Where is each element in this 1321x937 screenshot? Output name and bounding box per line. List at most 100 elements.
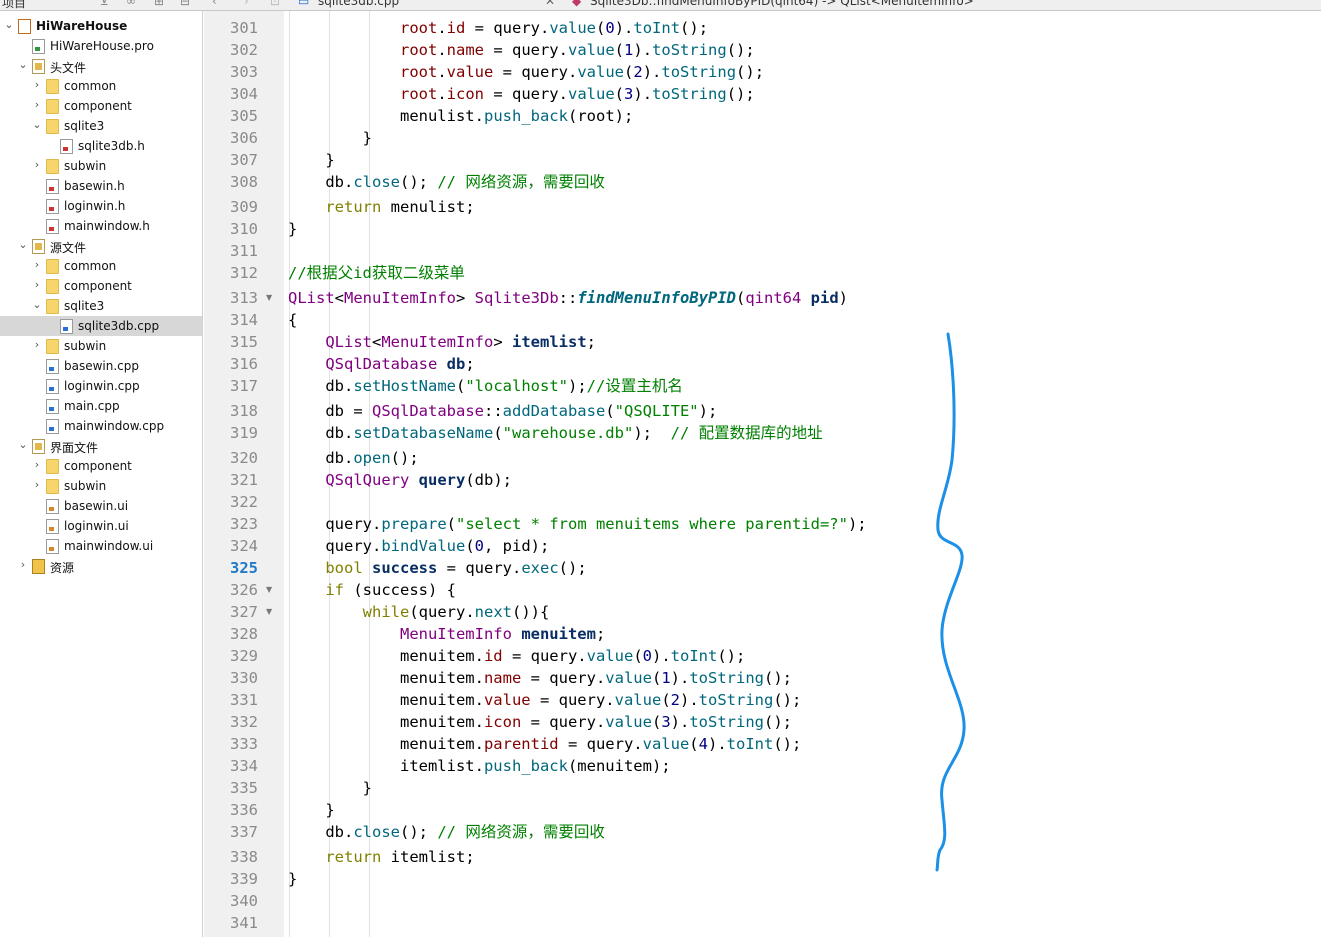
tree-item[interactable]: ⌄ 头文件: [0, 56, 202, 76]
code-line[interactable]: QList<MenuItemInfo> Sqlite3Db::findMenuI…: [288, 287, 848, 309]
chevron-right-icon[interactable]: ›: [31, 258, 43, 271]
back-icon[interactable]: ‹: [212, 0, 217, 8]
code-line[interactable]: db = QSqlDatabase::addDatabase("QSQLITE"…: [288, 400, 717, 422]
tree-item[interactable]: basewin.ui: [0, 496, 202, 516]
code-line[interactable]: QSqlQuery query(db);: [288, 469, 512, 491]
code-line[interactable]: root.name = query.value(1).toString();: [288, 39, 755, 61]
code-line[interactable]: db.setDatabaseName("warehouse.db"); // 配…: [288, 422, 822, 444]
code-line[interactable]: return itemlist;: [288, 846, 474, 868]
tree-item[interactable]: loginwin.cpp: [0, 376, 202, 396]
code-line[interactable]: root.id = query.value(0).toInt();: [288, 17, 708, 39]
code-token: 1: [661, 669, 671, 687]
lock-tab-icon[interactable]: ⊡: [270, 0, 280, 8]
chevron-down-icon[interactable]: ⌄: [31, 298, 43, 311]
code-token: ).: [633, 85, 653, 103]
tree-item[interactable]: loginwin.h: [0, 196, 202, 216]
code-line[interactable]: bool success = query.exec();: [288, 557, 586, 579]
code-line[interactable]: db.open();: [288, 447, 418, 469]
tree-item[interactable]: › component: [0, 96, 202, 116]
chevron-right-icon[interactable]: ›: [31, 78, 43, 91]
chevron-right-icon[interactable]: ›: [31, 338, 43, 351]
code-line[interactable]: QList<MenuItemInfo> itemlist;: [288, 331, 596, 353]
tree-item[interactable]: › common: [0, 76, 202, 96]
tree-item[interactable]: HiWareHouse.pro: [0, 36, 202, 56]
chevron-right-icon[interactable]: ›: [31, 158, 43, 171]
tree-item[interactable]: main.cpp: [0, 396, 202, 416]
tree-item[interactable]: ⌄ 界面文件: [0, 436, 202, 456]
code-line[interactable]: query.bindValue(0, pid);: [288, 535, 549, 557]
fold-marker-icon[interactable]: ▼: [266, 287, 272, 309]
code-line[interactable]: //根据父id获取二级菜单: [288, 262, 465, 284]
code-line[interactable]: root.value = query.value(2).toString();: [288, 61, 764, 83]
tree-item[interactable]: ⌄ HiWareHouse: [0, 16, 202, 36]
tree-item[interactable]: › subwin: [0, 156, 202, 176]
code-line[interactable]: menulist.push_back(root);: [288, 105, 633, 127]
code-line[interactable]: db.setHostName("localhost");//设置主机名: [288, 375, 683, 397]
code-line[interactable]: if (success) {: [288, 579, 456, 601]
code-line[interactable]: MenuItemInfo menuitem;: [288, 623, 605, 645]
tree-item[interactable]: ⌄ sqlite3: [0, 296, 202, 316]
code-line[interactable]: menuitem.id = query.value(0).toInt();: [288, 645, 745, 667]
chevron-down-icon[interactable]: ⌄: [17, 238, 29, 251]
code-token: value: [549, 19, 597, 37]
tree-item[interactable]: › 资源: [0, 556, 202, 576]
tree-item[interactable]: basewin.h: [0, 176, 202, 196]
fold-marker-icon[interactable]: ▼: [266, 579, 272, 601]
code-line[interactable]: db.close(); // 网络资源，需要回收: [288, 171, 605, 193]
tree-item[interactable]: ⌄ sqlite3: [0, 116, 202, 136]
tree-item[interactable]: mainwindow.cpp: [0, 416, 202, 436]
code-line[interactable]: menuitem.name = query.value(1).toString(…: [288, 667, 792, 689]
chevron-right-icon[interactable]: ›: [17, 558, 29, 571]
open-file-tab[interactable]: sqlite3db.cpp: [318, 0, 399, 8]
chevron-down-icon[interactable]: ⌄: [31, 118, 43, 131]
code-token: (: [633, 647, 643, 665]
tree-item[interactable]: basewin.cpp: [0, 356, 202, 376]
tree-item[interactable]: ⌄ 源文件: [0, 236, 202, 256]
code-line[interactable]: QSqlDatabase db;: [288, 353, 474, 375]
filter-icon[interactable]: ⊻: [100, 0, 109, 8]
tree-item[interactable]: loginwin.ui: [0, 516, 202, 536]
close-file-icon[interactable]: ✕: [545, 0, 555, 8]
chevron-right-icon[interactable]: ›: [31, 278, 43, 291]
tree-item[interactable]: › subwin: [0, 336, 202, 356]
tree-item[interactable]: sqlite3db.h: [0, 136, 202, 156]
code-line[interactable]: }: [288, 218, 297, 240]
code-token: qint64: [745, 289, 802, 307]
code-line[interactable]: root.icon = query.value(3).toString();: [288, 83, 755, 105]
code-line[interactable]: itemlist.push_back(menuitem);: [288, 755, 671, 777]
chevron-right-icon[interactable]: ›: [31, 478, 43, 491]
code-line[interactable]: return menulist;: [288, 196, 474, 218]
code-line[interactable]: }: [288, 127, 372, 149]
chevron-down-icon[interactable]: ⌄: [17, 438, 29, 451]
code-token: id: [483, 647, 503, 665]
symbol-crumb[interactable]: Sqlite3Db::findMenuInfoByPID(qint64) -> …: [590, 0, 974, 8]
code-line[interactable]: db.close(); // 网络资源，需要回收: [288, 821, 605, 843]
tree-item[interactable]: › component: [0, 276, 202, 296]
code-line[interactable]: query.prepare("select * from menuitems w…: [288, 513, 866, 535]
code-line[interactable]: }: [288, 777, 372, 799]
tree-item[interactable]: sqlite3db.cpp: [0, 316, 202, 336]
tree-item[interactable]: › component: [0, 456, 202, 476]
tree-item[interactable]: mainwindow.h: [0, 216, 202, 236]
split-icon[interactable]: ⊞: [154, 0, 164, 8]
code-line[interactable]: {: [288, 309, 297, 331]
forward-icon[interactable]: ›: [244, 0, 249, 8]
code-line[interactable]: while(query.next()){: [288, 601, 550, 623]
chevron-right-icon[interactable]: ›: [31, 458, 43, 471]
tree-item[interactable]: › subwin: [0, 476, 202, 496]
chevron-down-icon[interactable]: ⌄: [3, 18, 15, 31]
code-line[interactable]: menuitem.icon = query.value(3).toString(…: [288, 711, 792, 733]
fold-marker-icon[interactable]: ▼: [266, 601, 272, 623]
tree-item[interactable]: › common: [0, 256, 202, 276]
chevron-right-icon[interactable]: ›: [31, 98, 43, 111]
code-line[interactable]: menuitem.parentid = query.value(4).toInt…: [288, 733, 801, 755]
link-icon[interactable]: ∞: [126, 0, 136, 8]
code-line[interactable]: }: [288, 149, 334, 171]
chevron-down-icon[interactable]: ⌄: [17, 58, 29, 71]
code-line[interactable]: }: [288, 868, 297, 890]
close-sidebar-icon[interactable]: ⊟: [180, 0, 190, 8]
code-line[interactable]: menuitem.value = query.value(2).toString…: [288, 689, 801, 711]
code-line[interactable]: }: [288, 799, 334, 821]
tree-item[interactable]: mainwindow.ui: [0, 536, 202, 556]
